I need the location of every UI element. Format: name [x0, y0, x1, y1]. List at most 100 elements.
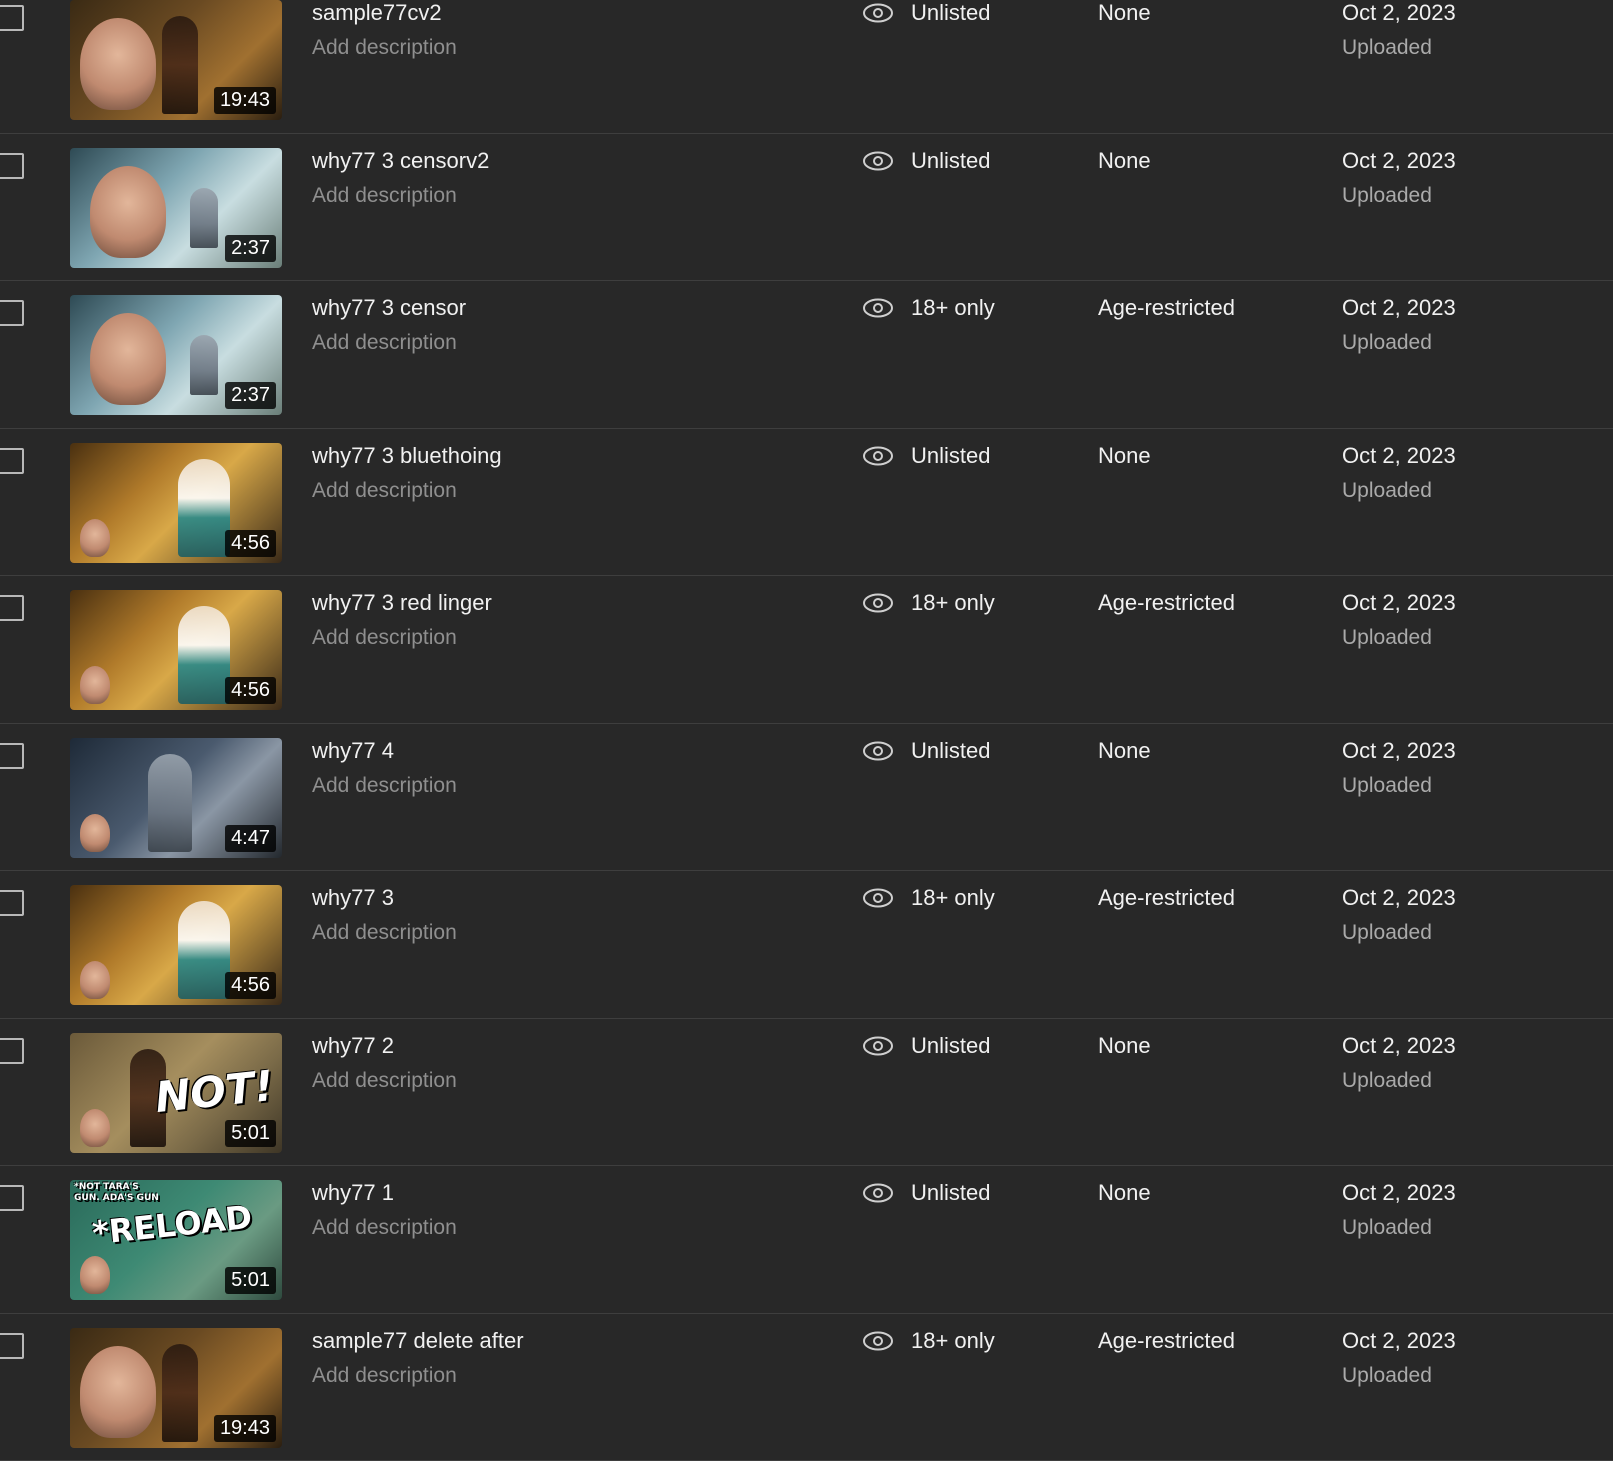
date-status: Uploaded	[1342, 36, 1432, 60]
visibility-label[interactable]: Unlisted	[911, 1033, 990, 1059]
row-checkbox[interactable]	[0, 300, 24, 326]
video-description[interactable]: Add description	[312, 1216, 457, 1240]
video-title[interactable]: sample77 delete after	[312, 1328, 524, 1354]
row-checkbox[interactable]	[0, 595, 24, 621]
date-status: Uploaded	[1342, 331, 1432, 355]
duration-badge: 2:37	[225, 382, 276, 409]
video-title[interactable]: why77 4	[312, 738, 394, 764]
video-description[interactable]: Add description	[312, 184, 457, 208]
video-title[interactable]: why77 3	[312, 885, 394, 911]
date-label: Oct 2, 2023	[1342, 1180, 1456, 1206]
row-checkbox[interactable]	[0, 5, 24, 31]
video-description[interactable]: Add description	[312, 921, 457, 945]
video-row: 4:56 why77 3 bluethoing Add description …	[0, 429, 1613, 577]
video-thumbnail[interactable]: 19:43	[70, 0, 282, 120]
duration-badge: 4:56	[225, 677, 276, 704]
video-title[interactable]: why77 3 red linger	[312, 590, 492, 616]
duration-badge: 19:43	[214, 1415, 276, 1442]
video-description[interactable]: Add description	[312, 36, 457, 60]
duration-badge: 4:56	[225, 530, 276, 557]
video-description[interactable]: Add description	[312, 774, 457, 798]
row-checkbox[interactable]	[0, 1333, 24, 1359]
date-label: Oct 2, 2023	[1342, 885, 1456, 911]
duration-badge: 2:37	[225, 235, 276, 262]
video-thumbnail[interactable]: 4:47	[70, 738, 282, 858]
duration-badge: 19:43	[214, 87, 276, 114]
video-thumbnail[interactable]: 4:56	[70, 885, 282, 1005]
video-description[interactable]: Add description	[312, 1364, 457, 1388]
video-row: 4:56 why77 3 Add description 18+ only Ag…	[0, 871, 1613, 1019]
video-description[interactable]: Add description	[312, 626, 457, 650]
row-checkbox[interactable]	[0, 743, 24, 769]
restrictions-label: Age-restricted	[1098, 295, 1235, 321]
visibility-label[interactable]: Unlisted	[911, 738, 990, 764]
video-description[interactable]: Add description	[312, 331, 457, 355]
thumbnail-overlay-caption: *NOT TARA'S GUN. ADA'S GUN	[74, 1182, 164, 1204]
video-description[interactable]: Add description	[312, 479, 457, 503]
date-label: Oct 2, 2023	[1342, 590, 1456, 616]
eye-icon	[862, 887, 894, 909]
duration-badge: 4:47	[225, 825, 276, 852]
eye-icon	[862, 150, 894, 172]
video-title[interactable]: why77 1	[312, 1180, 394, 1206]
visibility-label[interactable]: 18+ only	[911, 590, 995, 616]
visibility-label[interactable]: Unlisted	[911, 0, 990, 26]
date-status: Uploaded	[1342, 1069, 1432, 1093]
video-thumbnail[interactable]: 2:37	[70, 148, 282, 268]
eye-icon	[862, 297, 894, 319]
video-title[interactable]: why77 3 censor	[312, 295, 466, 321]
duration-badge: 5:01	[225, 1120, 276, 1147]
video-title[interactable]: why77 3 censorv2	[312, 148, 489, 174]
eye-icon	[862, 1182, 894, 1204]
video-thumbnail[interactable]: *NOT TARA'S GUN. ADA'S GUN *RELOAD 5:01	[70, 1180, 282, 1300]
video-thumbnail[interactable]: 19:43	[70, 1328, 282, 1448]
eye-icon	[862, 445, 894, 467]
date-status: Uploaded	[1342, 626, 1432, 650]
date-status: Uploaded	[1342, 1364, 1432, 1388]
restrictions-label: None	[1098, 0, 1151, 26]
video-row: 19:43 sample77 delete after Add descript…	[0, 1314, 1613, 1461]
video-row: 19:43 sample77cv2 Add description Unlist…	[0, 0, 1613, 134]
video-title[interactable]: sample77cv2	[312, 0, 442, 26]
visibility-label[interactable]: 18+ only	[911, 295, 995, 321]
date-label: Oct 2, 2023	[1342, 1033, 1456, 1059]
date-label: Oct 2, 2023	[1342, 1328, 1456, 1354]
row-checkbox[interactable]	[0, 1038, 24, 1064]
date-label: Oct 2, 2023	[1342, 738, 1456, 764]
row-checkbox[interactable]	[0, 153, 24, 179]
row-checkbox[interactable]	[0, 890, 24, 916]
restrictions-label: Age-restricted	[1098, 590, 1235, 616]
video-title[interactable]: why77 2	[312, 1033, 394, 1059]
video-title[interactable]: why77 3 bluethoing	[312, 443, 502, 469]
video-thumbnail[interactable]: 2:37	[70, 295, 282, 415]
visibility-label[interactable]: Unlisted	[911, 443, 990, 469]
video-row: 4:56 why77 3 red linger Add description …	[0, 576, 1613, 724]
video-row: 2:37 why77 3 censor Add description 18+ …	[0, 281, 1613, 429]
restrictions-label: None	[1098, 1033, 1151, 1059]
video-thumbnail[interactable]: 4:56	[70, 590, 282, 710]
visibility-label[interactable]: Unlisted	[911, 1180, 990, 1206]
video-description[interactable]: Add description	[312, 1069, 457, 1093]
visibility-label[interactable]: Unlisted	[911, 148, 990, 174]
date-status: Uploaded	[1342, 921, 1432, 945]
video-row: 4:47 why77 4 Add description Unlisted No…	[0, 724, 1613, 872]
duration-badge: 4:56	[225, 972, 276, 999]
eye-icon	[862, 1035, 894, 1057]
eye-icon	[862, 592, 894, 614]
video-row: 2:37 why77 3 censorv2 Add description Un…	[0, 134, 1613, 282]
video-thumbnail[interactable]: 4:56	[70, 443, 282, 563]
row-checkbox[interactable]	[0, 1185, 24, 1211]
restrictions-label: None	[1098, 1180, 1151, 1206]
eye-icon	[862, 1330, 894, 1352]
restrictions-label: Age-restricted	[1098, 885, 1235, 911]
video-row: NOT! 5:01 why77 2 Add description Unlist…	[0, 1019, 1613, 1167]
eye-icon	[862, 2, 894, 24]
visibility-label[interactable]: 18+ only	[911, 885, 995, 911]
date-status: Uploaded	[1342, 479, 1432, 503]
restrictions-label: None	[1098, 738, 1151, 764]
row-checkbox[interactable]	[0, 448, 24, 474]
video-thumbnail[interactable]: NOT! 5:01	[70, 1033, 282, 1153]
visibility-label[interactable]: 18+ only	[911, 1328, 995, 1354]
date-label: Oct 2, 2023	[1342, 148, 1456, 174]
video-list: 19:43 sample77cv2 Add description Unlist…	[0, 0, 1613, 1461]
